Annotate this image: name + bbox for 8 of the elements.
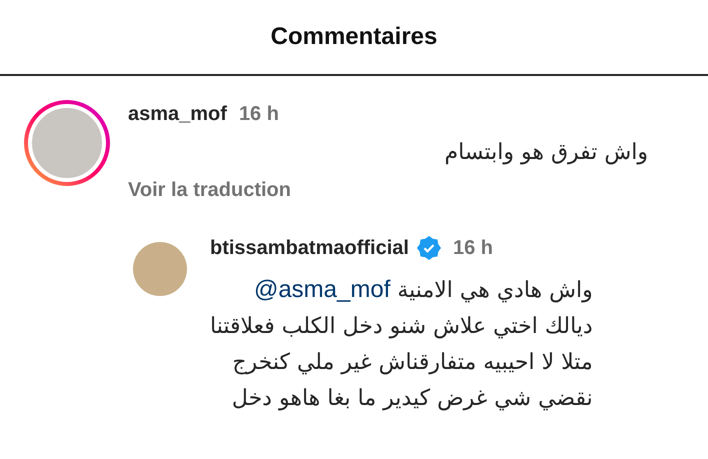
header-title: Commentaires [270, 23, 438, 51]
mention-link[interactable]: @asma_mof [254, 276, 390, 303]
comment-text: واش تفرق هو وابتسام [444, 140, 648, 165]
username[interactable]: btissambatmaofficial [210, 236, 409, 260]
timestamp: 16 h [238, 102, 279, 126]
translate-link[interactable]: Voir la traduction [128, 179, 648, 202]
timestamp: 16 h [452, 236, 493, 260]
username[interactable]: asma_mof [128, 102, 227, 126]
